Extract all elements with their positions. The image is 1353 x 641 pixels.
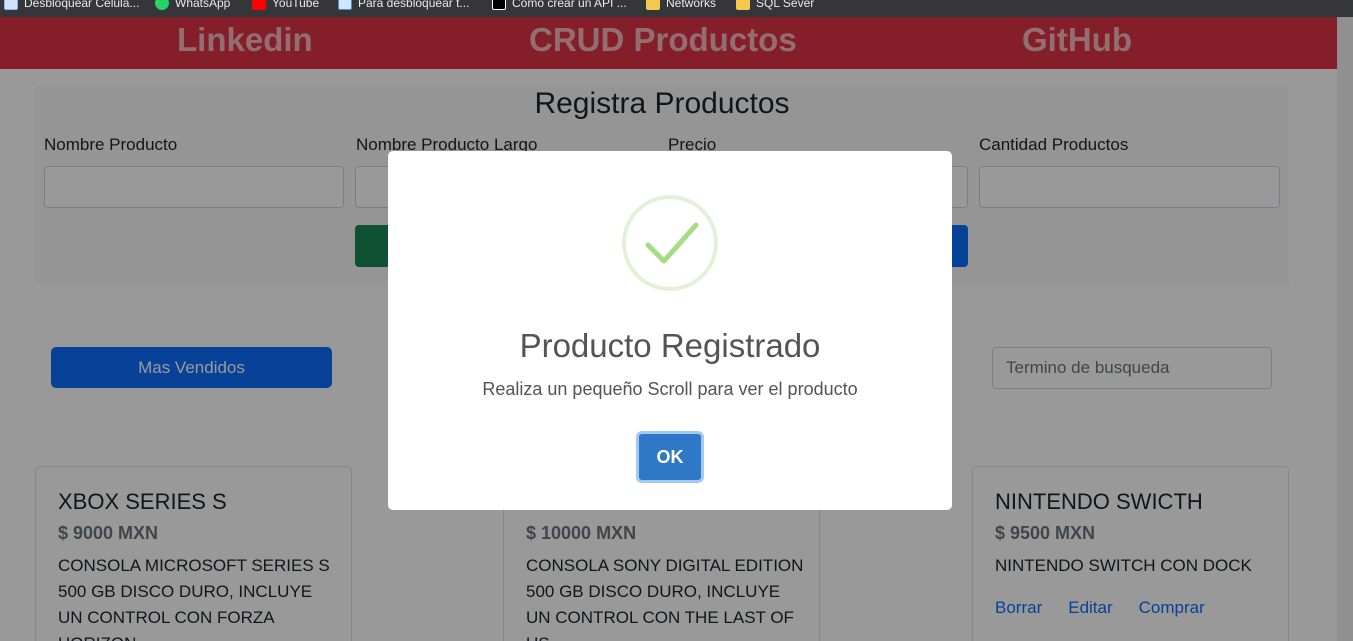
bookmark-item[interactable]: Desbloquear Celula... bbox=[4, 0, 139, 12]
doc-icon bbox=[338, 0, 352, 10]
success-check-icon bbox=[622, 195, 718, 291]
bookmark-item[interactable]: WhatsApp bbox=[155, 0, 230, 12]
success-dialog: Producto Registrado Realiza un pequeño S… bbox=[388, 151, 952, 510]
sheet-icon bbox=[4, 0, 18, 10]
dialog-text: Realiza un pequeño Scroll para ver el pr… bbox=[482, 379, 858, 399]
folder-icon bbox=[646, 0, 660, 10]
youtube-icon bbox=[252, 0, 266, 10]
folder-icon bbox=[736, 0, 750, 10]
bookmark-item[interactable]: Para desbloquear t... bbox=[338, 0, 469, 12]
ok-button[interactable]: OK bbox=[636, 431, 704, 483]
bookmark-folder[interactable]: SQL Sever bbox=[736, 0, 814, 12]
dialog-title: Producto Registrado bbox=[519, 327, 821, 364]
bookmarks-bar: Desbloquear Celula... WhatsApp YouTube P… bbox=[0, 0, 1353, 17]
whatsapp-icon bbox=[155, 0, 169, 10]
bookmark-item[interactable]: YouTube bbox=[252, 0, 319, 12]
bookmark-item[interactable]: Como crear un API ... bbox=[492, 0, 627, 12]
tiktok-icon bbox=[492, 0, 506, 10]
bookmark-folder[interactable]: Networks bbox=[646, 0, 716, 12]
